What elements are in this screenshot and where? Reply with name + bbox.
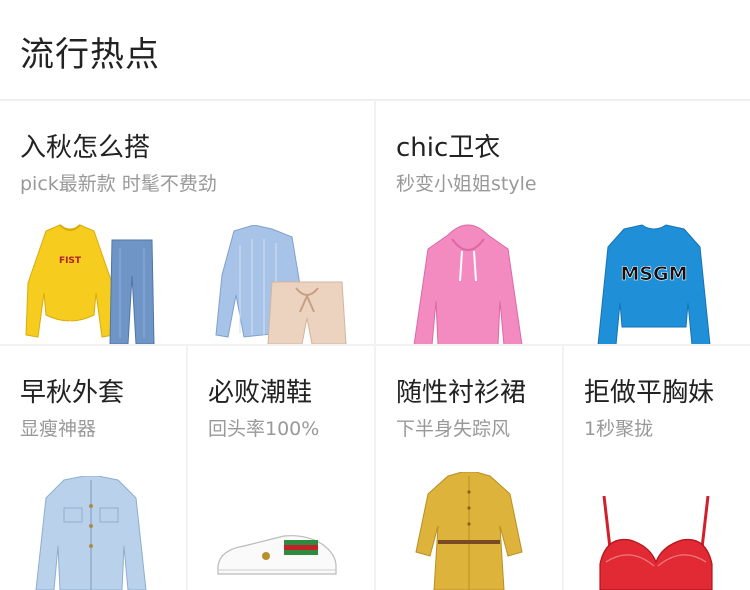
svg-text:FIST: FIST: [59, 256, 82, 266]
tile-title: 早秋外套: [20, 378, 125, 408]
tile-subtitle: 秒变小姐姐style: [396, 173, 537, 195]
tile-early-autumn-coat[interactable]: 早秋外套 显瘦神器: [0, 346, 186, 590]
tile-push-up-bra[interactable]: 拒做平胸妹 1秒聚拢: [564, 346, 750, 590]
beige-shorts-image: [266, 278, 348, 344]
denim-jacket-image: [34, 476, 148, 590]
blue-jeans-image: [108, 238, 156, 344]
blue-sweatshirt-image: MSGM: [596, 223, 712, 344]
tile-subtitle: 1秒聚拢: [584, 418, 654, 440]
svg-text:MSGM: MSGM: [620, 263, 687, 285]
tile-autumn-outfit[interactable]: 入秋怎么搭 pick最新款 时髦不费劲 FIST: [0, 101, 374, 344]
pink-hoodie-image: [412, 221, 524, 344]
section-title: 流行热点: [20, 35, 160, 75]
section-header: 流行热点: [0, 0, 750, 100]
tile-title: 随性衬衫裙: [396, 378, 527, 408]
tile-title: 入秋怎么搭: [20, 133, 151, 163]
red-bra-image: [596, 496, 716, 590]
mustard-shirt-dress-image: [414, 472, 524, 590]
tile-subtitle: pick最新款 时髦不费劲: [20, 173, 217, 195]
tile-must-buy-sneakers[interactable]: 必败潮鞋 回头率100%: [188, 346, 374, 590]
tile-subtitle: 下半身失踪风: [396, 418, 511, 440]
tile-subtitle: 显瘦神器: [20, 418, 97, 440]
white-sneaker-image: [214, 532, 340, 578]
tile-chic-hoodie[interactable]: chic卫衣 秒变小姐姐style MSGM: [376, 101, 750, 344]
tile-title: 拒做平胸妹: [584, 378, 715, 408]
yellow-sweatshirt-image: FIST: [24, 223, 116, 343]
tile-casual-shirt-dress[interactable]: 随性衬衫裙 下半身失踪风: [376, 346, 562, 590]
tile-title: 必败潮鞋: [208, 378, 313, 408]
tile-subtitle: 回头率100%: [208, 418, 320, 440]
tile-title: chic卫衣: [396, 133, 501, 163]
